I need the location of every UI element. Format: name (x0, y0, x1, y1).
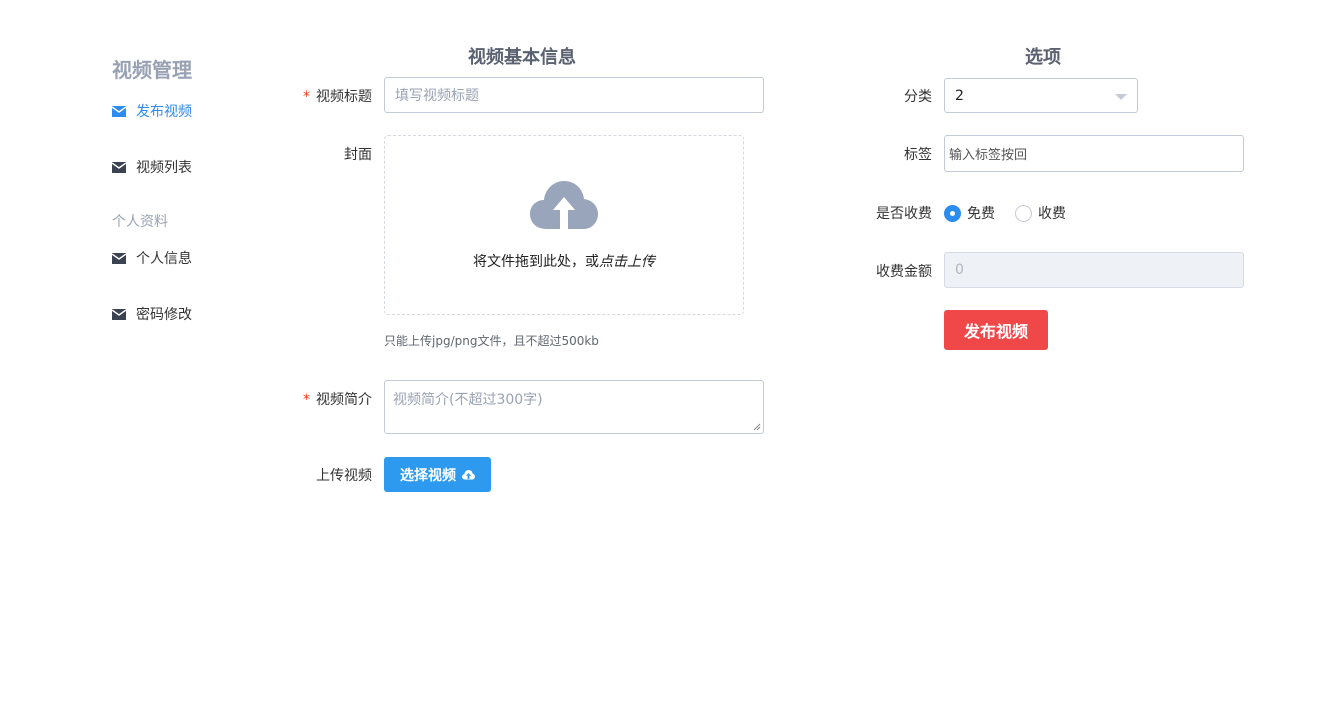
tags-input[interactable]: 输入标签按回 (944, 135, 1244, 172)
sidebar-item-profile[interactable]: 个人信息 (112, 248, 192, 268)
select-video-button-label: 选择视频 (400, 467, 456, 484)
tags-placeholder: 输入标签按回 (949, 148, 1028, 163)
cover-label: 封面 (344, 147, 372, 163)
radio-unchecked-icon (1015, 204, 1032, 222)
upload-video-label: 上传视频 (316, 468, 372, 484)
cloud-upload-icon (530, 181, 598, 229)
sidebar: 视频管理 (112, 56, 272, 84)
radio-label: 收费 (1038, 206, 1066, 222)
upload-instructions: 将文件拖到此处，或点击上传 (473, 251, 655, 271)
select-video-button[interactable]: 选择视频 (384, 457, 491, 492)
mail-icon (112, 252, 126, 264)
click-upload-link[interactable]: 点击上传 (599, 254, 655, 270)
video-title-input[interactable]: 填写视频标题 (384, 77, 764, 113)
video-intro-placeholder: 视频简介(不超过300字) (393, 392, 543, 408)
amount-label: 收费金额 (876, 264, 932, 280)
radio-free[interactable]: 免费 (944, 203, 995, 223)
caret-down-icon (1115, 94, 1127, 100)
cover-upload-dropzone[interactable]: 将文件拖到此处，或点击上传 (384, 135, 744, 315)
upload-tip: 只能上传jpg/png文件，且不超过500kb (384, 334, 599, 348)
radio-label: 免费 (967, 206, 995, 222)
basic-info-title: 视频基本信息 (468, 47, 576, 68)
sidebar-item-label: 视频列表 (136, 160, 192, 176)
mail-icon (112, 105, 126, 117)
required-mark: * (303, 392, 310, 408)
label-text: 视频标题 (316, 89, 372, 105)
cloud-upload-icon (462, 470, 475, 480)
video-title-placeholder: 填写视频标题 (395, 88, 479, 104)
amount-value: 0 (955, 262, 964, 278)
sidebar-item-change-password[interactable]: 密码修改 (112, 304, 192, 324)
mail-icon (112, 308, 126, 320)
category-value: 2 (955, 87, 964, 104)
tags-label: 标签 (904, 147, 932, 163)
sidebar-item-video-list[interactable]: 视频列表 (112, 157, 192, 177)
resize-handle-icon[interactable] (753, 423, 761, 431)
video-intro-textarea[interactable]: 视频简介(不超过300字) (384, 380, 764, 434)
sidebar-subheading: 个人资料 (112, 214, 168, 230)
category-label: 分类 (904, 89, 932, 105)
label-text: 视频简介 (316, 392, 372, 408)
radio-paid[interactable]: 收费 (1015, 203, 1066, 223)
sidebar-item-label: 密码修改 (136, 307, 192, 323)
publish-video-button[interactable]: 发布视频 (944, 310, 1048, 350)
mail-icon (112, 161, 126, 173)
charge-label: 是否收费 (876, 206, 932, 222)
upload-text-prefix: 将文件拖到此处，或 (473, 254, 599, 270)
options-title: 选项 (1025, 47, 1061, 68)
sidebar-item-label: 发布视频 (136, 104, 192, 120)
category-select[interactable]: 2 (944, 78, 1138, 113)
sidebar-item-publish-video[interactable]: 发布视频 (112, 101, 192, 121)
required-mark: * (303, 89, 310, 105)
video-title-label: * 视频标题 (272, 86, 372, 106)
sidebar-item-label: 个人信息 (136, 251, 192, 267)
amount-input[interactable]: 0 (944, 252, 1244, 288)
sidebar-heading: 视频管理 (112, 58, 192, 82)
radio-checked-icon (944, 204, 961, 222)
video-intro-label: * 视频简介 (272, 389, 372, 409)
charge-radio-group: 免费 收费 (944, 203, 1086, 223)
